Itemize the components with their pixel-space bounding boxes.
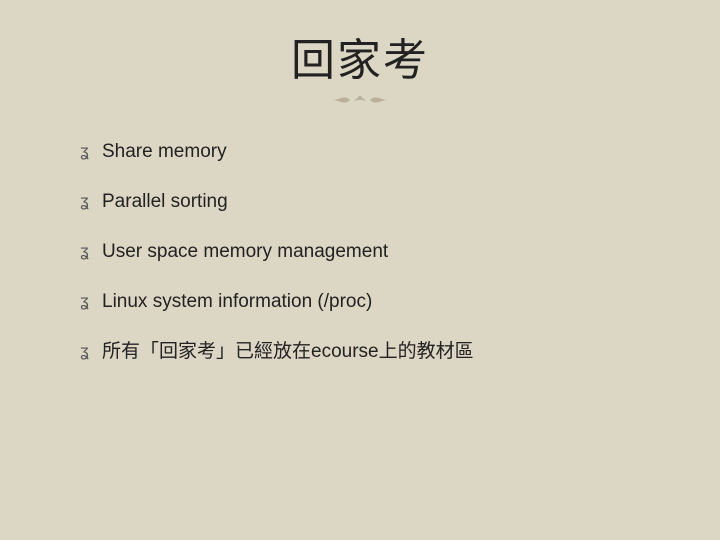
- page-title: 回家考: [70, 24, 650, 88]
- list-item-label: User space memory management: [102, 240, 388, 264]
- list-item-label: Share memory: [102, 140, 227, 164]
- bullet-icon: ʓ: [80, 340, 102, 364]
- list-item: ʓ 所有「回家考」已經放在ecourse上的教材區: [80, 340, 650, 364]
- list-item-label: Parallel sorting: [102, 190, 228, 214]
- bullet-icon: ʓ: [80, 190, 102, 214]
- list-item: ʓ Linux system information (/proc): [80, 290, 650, 314]
- bullet-icon: ʓ: [80, 140, 102, 164]
- list-item: ʓ Parallel sorting: [80, 190, 650, 214]
- slide: 回家考 ʓ Share memory ʓ Parallel sorting ʓ …: [0, 0, 720, 540]
- list-item-label: 所有「回家考」已經放在ecourse上的教材區: [102, 340, 474, 364]
- bullet-icon: ʓ: [80, 240, 102, 264]
- list-item-label: Linux system information (/proc): [102, 290, 372, 314]
- title-ornament: [70, 90, 650, 110]
- bullet-icon: ʓ: [80, 290, 102, 314]
- flourish-icon: [330, 90, 390, 110]
- list-item: ʓ Share memory: [80, 140, 650, 164]
- bullet-list: ʓ Share memory ʓ Parallel sorting ʓ User…: [70, 140, 650, 364]
- list-item: ʓ User space memory management: [80, 240, 650, 264]
